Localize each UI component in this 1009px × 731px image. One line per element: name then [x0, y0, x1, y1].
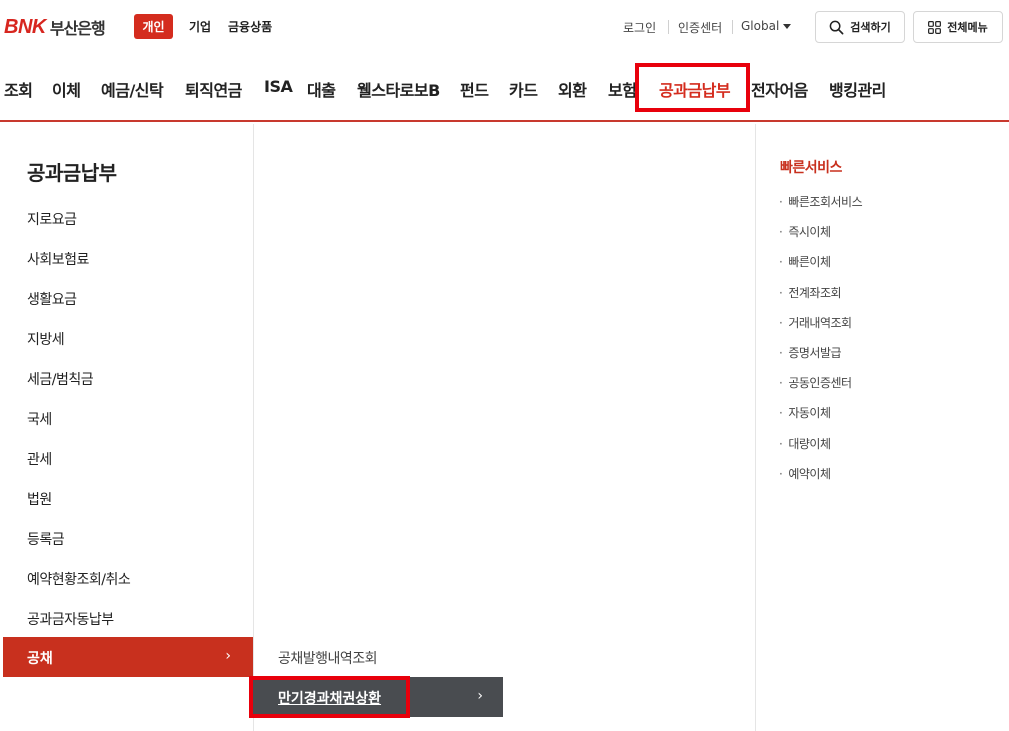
submenu-item-reservation[interactable]: 예약현황조회/취소: [27, 569, 131, 589]
submenu-item-living[interactable]: 생활요금: [27, 289, 77, 309]
segment-personal-button[interactable]: 개인: [134, 14, 173, 39]
submenu-item-court[interactable]: 법원: [27, 489, 52, 509]
global-label: Global: [741, 19, 780, 33]
chevron-right-icon: ›: [477, 688, 483, 704]
quick-item-fast-transfer[interactable]: 빠른이체: [779, 253, 831, 270]
gnb-item-deposit[interactable]: 예금/신탁: [101, 77, 164, 101]
submenu-item-local-tax[interactable]: 지방세: [27, 329, 65, 349]
quick-item-scheduled-transfer[interactable]: 예약이체: [779, 465, 831, 482]
left-submenu: 공과금납부 지로요금 사회보험료 생활요금 지방세 세금/범칙금 국세 관세 법…: [0, 124, 254, 731]
quick-service-title: 빠른서비스: [780, 160, 842, 176]
segment-corporate-link[interactable]: 기업: [189, 18, 211, 35]
quick-item-fast-inquiry[interactable]: 빠른조회서비스: [779, 193, 862, 210]
quick-item-certificate[interactable]: 증명서발급: [779, 344, 841, 361]
util-divider: [668, 20, 669, 34]
gnb-item-pension[interactable]: 퇴직연금: [185, 77, 242, 101]
submenu-item-tuition[interactable]: 등록금: [27, 529, 65, 549]
gnb-item-banking[interactable]: 뱅킹관리: [829, 77, 886, 101]
gnb-item-fund[interactable]: 펀드: [460, 77, 489, 101]
gnb-item-robo[interactable]: 웰스타로보B: [357, 77, 440, 101]
grid-icon: [928, 20, 942, 34]
util-divider: [732, 20, 733, 34]
gnb-item-forex[interactable]: 외환: [558, 77, 587, 101]
logo-mark: BNK: [4, 15, 46, 38]
login-link[interactable]: 로그인: [623, 19, 656, 36]
submenu-title: 공과금납부: [27, 161, 117, 185]
chevron-right-icon: ›: [225, 648, 231, 664]
quick-item-transactions[interactable]: 거래내역조회: [779, 314, 852, 331]
gnb-item-ebill[interactable]: 전자어음: [751, 77, 808, 101]
top-bar: BNK 부산은행 개인 기업 금융상품 로그인 인증센터 Global 검색하기…: [0, 0, 1009, 55]
bnk-logo[interactable]: BNK 부산은행: [4, 15, 106, 39]
quick-item-all-accounts[interactable]: 전계좌조회: [779, 284, 841, 301]
submenu-item-insurance[interactable]: 사회보험료: [27, 249, 89, 269]
logo-name: 부산은행: [49, 19, 106, 38]
quick-item-cert-center[interactable]: 공동인증센터: [779, 374, 852, 391]
quick-item-instant-transfer[interactable]: 즉시이체: [779, 223, 831, 240]
all-menu-label: 전체메뉴: [947, 21, 988, 34]
search-icon: [829, 20, 844, 34]
gnb-item-loan[interactable]: 대출: [307, 77, 336, 101]
submenu-item-autopay[interactable]: 공과금자동납부: [27, 609, 114, 629]
cert-center-link[interactable]: 인증센터: [678, 19, 722, 36]
quick-item-auto-transfer[interactable]: 자동이체: [779, 404, 831, 421]
all-menu-button[interactable]: 전체메뉴: [913, 11, 1003, 43]
gnb-item-insurance[interactable]: 보험: [608, 77, 637, 101]
submenu-item-giro[interactable]: 지로요금: [27, 209, 77, 229]
gnb-item-isa[interactable]: ISA: [264, 77, 293, 96]
submenu-item-tax-fine[interactable]: 세금/범칙금: [27, 369, 94, 389]
highlight-box-gnb: [635, 63, 750, 112]
main-navigation: 조회 이체 예금/신탁 퇴직연금 ISA 대출 웰스타로보B 펀드 카드 외환 …: [0, 55, 1009, 122]
submenu-item-bond-label: 공채: [27, 651, 53, 667]
gnb-item-transfer[interactable]: 이체: [52, 77, 81, 101]
submenu-item-customs[interactable]: 관세: [27, 449, 52, 469]
segment-products-link[interactable]: 금융상품: [228, 18, 272, 35]
submenu-item-bond[interactable]: 공채 ›: [3, 637, 253, 677]
search-button[interactable]: 검색하기: [815, 11, 905, 43]
caret-down-icon: [783, 23, 792, 29]
submenu-item-national-tax[interactable]: 국세: [27, 409, 52, 429]
gnb-item-card[interactable]: 카드: [509, 77, 538, 101]
search-button-label: 검색하기: [850, 21, 891, 34]
quick-item-bulk-transfer[interactable]: 대량이체: [779, 435, 831, 452]
gnb-item-inquiry[interactable]: 조회: [4, 77, 33, 101]
quick-service-panel: 빠른서비스 빠른조회서비스 즉시이체 빠른이체 전계좌조회 거래내역조회 증명서…: [755, 124, 1009, 731]
global-dropdown[interactable]: Global: [741, 19, 792, 33]
highlight-box-submenu: [249, 676, 410, 718]
depth3-item-bond-history[interactable]: 공채발행내역조회: [278, 648, 378, 668]
